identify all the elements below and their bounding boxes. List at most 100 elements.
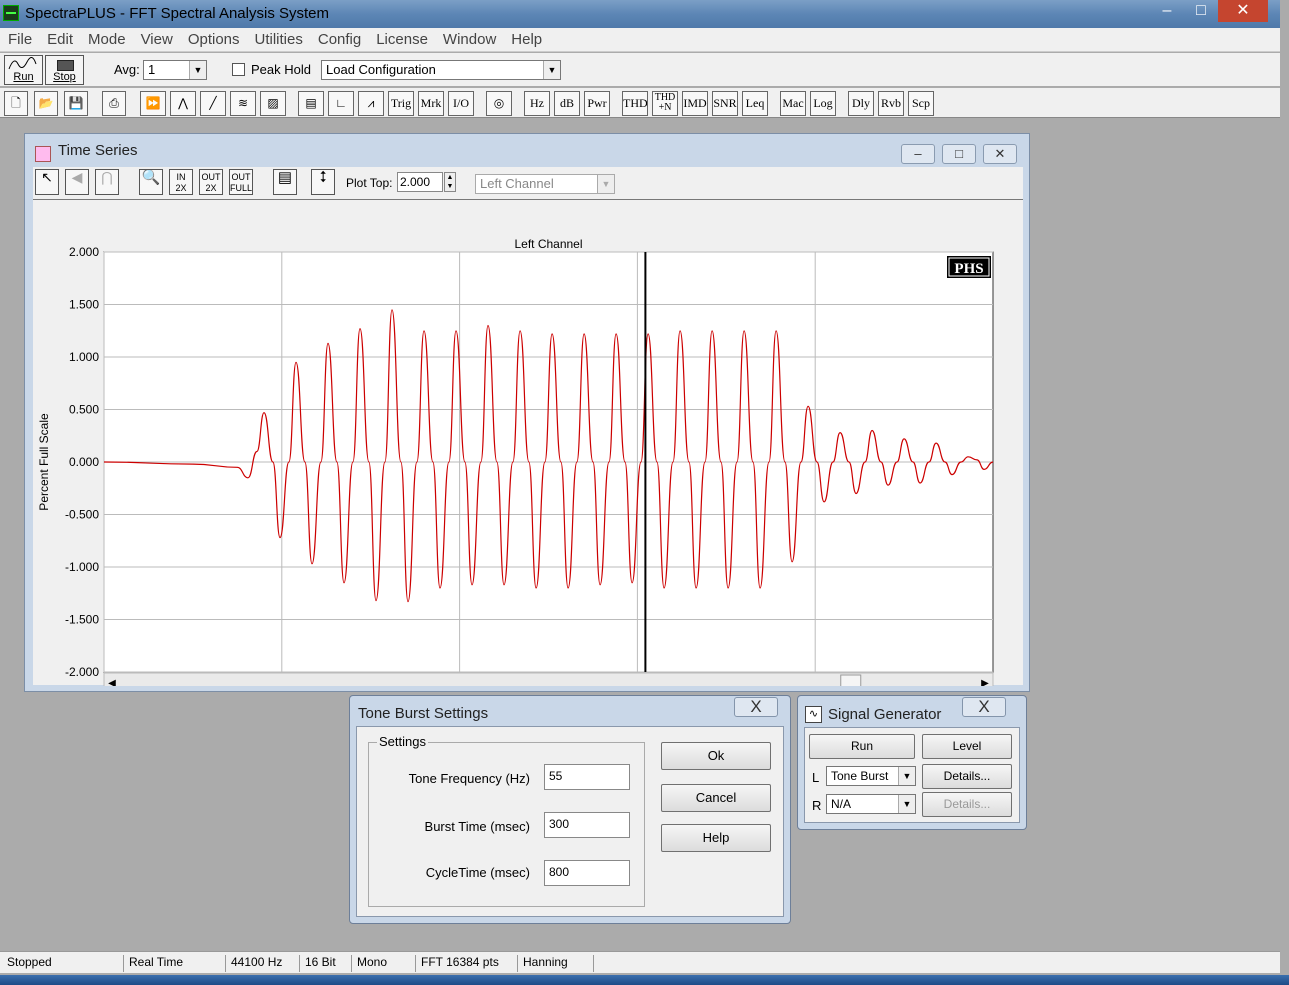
menu-config[interactable]: Config [310,28,368,52]
close-button[interactable]: ✕ [1218,0,1268,22]
imd-button[interactable]: IMD [682,91,708,116]
sine-wave-icon [8,57,37,70]
minimize-button[interactable]: – [1152,0,1182,22]
time-series-chart[interactable]: Left Channel 2.000 1.500 1.000 0.500 0.000 -0.… [33,200,1023,718]
menu-utilities[interactable]: Utilities [247,28,310,52]
trig-button[interactable]: Trig [388,91,414,116]
surface-icon[interactable]: ▨ [260,91,286,116]
maximize-button[interactable]: □ [1186,0,1216,22]
y-tick-label: 0.000 [69,455,99,469]
snr-button[interactable]: SNR [712,91,738,116]
app-titlebar: SpectraPLUS - FFT Spectral Analysis Syst… [0,0,1280,28]
hz-button[interactable]: Hz [524,91,550,116]
scroll-right-arrow-icon[interactable]: ▶ [981,678,989,689]
load-configuration-select[interactable]: Load Configuration ▼ [321,60,561,80]
chevron-down-icon: ▼ [597,175,614,193]
sine-icon[interactable]: ◎ [486,91,512,116]
peak-marker-icon[interactable]: ⋂ [95,169,119,195]
right-signal-select[interactable]: N/A ▼ [826,794,916,814]
pwr-button[interactable]: Pwr [584,91,610,116]
thd-button[interactable]: THD [622,91,648,116]
spectraplus-app-icon [3,5,19,21]
ok-button[interactable]: Ok [661,742,771,770]
peak-hold-checkbox[interactable] [232,63,245,76]
spectrum-icon[interactable]: ⋀ [170,91,196,116]
cycle-time-label: CycleTime (msec) [425,865,530,880]
open-file-icon[interactable]: 📂 [34,91,58,116]
rvb-button[interactable]: Rvb [878,91,904,116]
axis-icon[interactable]: ∟ [328,91,354,116]
db-button[interactable]: dB [554,91,580,116]
zoom-out-2x-button[interactable]: OUT 2X [199,169,223,195]
left-signal-select[interactable]: Tone Burst ▼ [826,766,916,786]
right-details-button[interactable]: Details... [922,792,1012,817]
zoom-out-full-button[interactable]: OUT FULL [229,169,253,195]
table-icon[interactable]: ▤ [298,91,324,116]
scroll-left-arrow-icon[interactable]: ◀ [108,678,116,689]
mac-button[interactable]: Mac [780,91,806,116]
vertical-scale-icon[interactable]: ⭥ [311,169,335,195]
window-minimize-button[interactable]: – [901,144,935,164]
generator-level-button[interactable]: Level [922,734,1012,759]
help-button[interactable]: Help [661,824,771,852]
tone-frequency-label: Tone Frequency (Hz) [408,771,530,786]
avg-label: Avg: [114,62,140,77]
table-view-icon[interactable]: ▤ [273,169,297,195]
y-tick-label: -2.000 [65,665,99,679]
peak-icon[interactable]: ⩘ [358,91,384,116]
menu-view[interactable]: View [133,28,180,52]
main-toolbar: Run Stop Avg: 1 ▼ Peak Hold Load Configu… [0,53,1280,87]
menu-help[interactable]: Help [503,28,549,52]
menu-options[interactable]: Options [180,28,247,52]
io-button[interactable]: I/O [448,91,474,116]
window-maximize-button[interactable]: □ [942,144,976,164]
signal-generator-icon: ∿ [805,706,822,723]
scrollbar-thumb[interactable] [840,674,862,688]
tone-frequency-input[interactable]: 55 [544,764,630,790]
log-button[interactable]: Log [810,91,836,116]
zoom-icon[interactable]: 🔍 [139,169,163,195]
status-channels: Mono [352,955,416,972]
window-close-button[interactable]: ✕ [983,144,1017,164]
ramp-icon[interactable]: ╱ [200,91,226,116]
run-button[interactable]: Run [4,55,43,85]
cycle-time-input[interactable]: 800 [544,860,630,886]
stop-button[interactable]: Stop [45,55,84,85]
signal-generator-title: Signal Generator [828,706,942,723]
menu-edit[interactable]: Edit [39,28,80,52]
scp-button[interactable]: Scp [908,91,934,116]
channel-select[interactable]: Left Channel ▼ [475,174,615,194]
menu-file[interactable]: File [0,28,39,52]
y-tick-label: -1.000 [65,560,99,574]
speaker-icon[interactable]: ◀ [65,169,89,195]
plot-top-input[interactable]: 2.000 [397,172,443,192]
fast-forward-icon[interactable]: ⏩ [140,91,166,116]
burst-time-input[interactable]: 300 [544,812,630,838]
menu-window[interactable]: Window [435,28,503,52]
left-details-button[interactable]: Details... [922,764,1012,789]
plot-top-spinner[interactable]: ▲ ▼ [444,172,456,192]
status-mode: Real Time [124,955,226,972]
new-file-icon[interactable]: 🗋 [4,91,28,116]
dly-button[interactable]: Dly [848,91,874,116]
waterfall-icon[interactable]: ≋ [230,91,256,116]
generator-run-button[interactable]: Run [809,734,915,759]
mrk-button[interactable]: Mrk [418,91,444,116]
status-bit-depth: 16 Bit [300,955,352,972]
pointer-icon[interactable]: ↖ [35,169,59,195]
time-series-content: ↖ ◀ ⋂ 🔍 IN 2X OUT 2X OUT FULL ▤ ⭥ Plot T… [33,167,1023,718]
zoom-in-2x-button[interactable]: IN 2X [169,169,193,195]
y-tick-label: 2.000 [69,245,99,259]
tone-burst-close-button[interactable]: X [734,697,778,717]
signal-generator-close-button[interactable]: X [962,697,1006,717]
cancel-button[interactable]: Cancel [661,784,771,812]
signal-generator-body: Run Level L Tone Burst ▼ Details... R N/… [804,727,1020,823]
thd-n-button[interactable]: THD+N [652,91,678,116]
print-icon[interactable]: ⎙ [102,91,126,116]
menu-license[interactable]: License [368,28,435,52]
analysis-toolbar: 🗋 📂 💾 ⎙ ⏩ ⋀ ╱ ≋ ▨ ▤ ∟ ⩘ Trig Mrk I/O ◎ H… [0,88,1280,118]
leq-button[interactable]: Leq [742,91,768,116]
avg-select[interactable]: 1 ▼ [143,60,207,80]
menu-mode[interactable]: Mode [80,28,133,52]
save-file-icon[interactable]: 💾 [64,91,88,116]
